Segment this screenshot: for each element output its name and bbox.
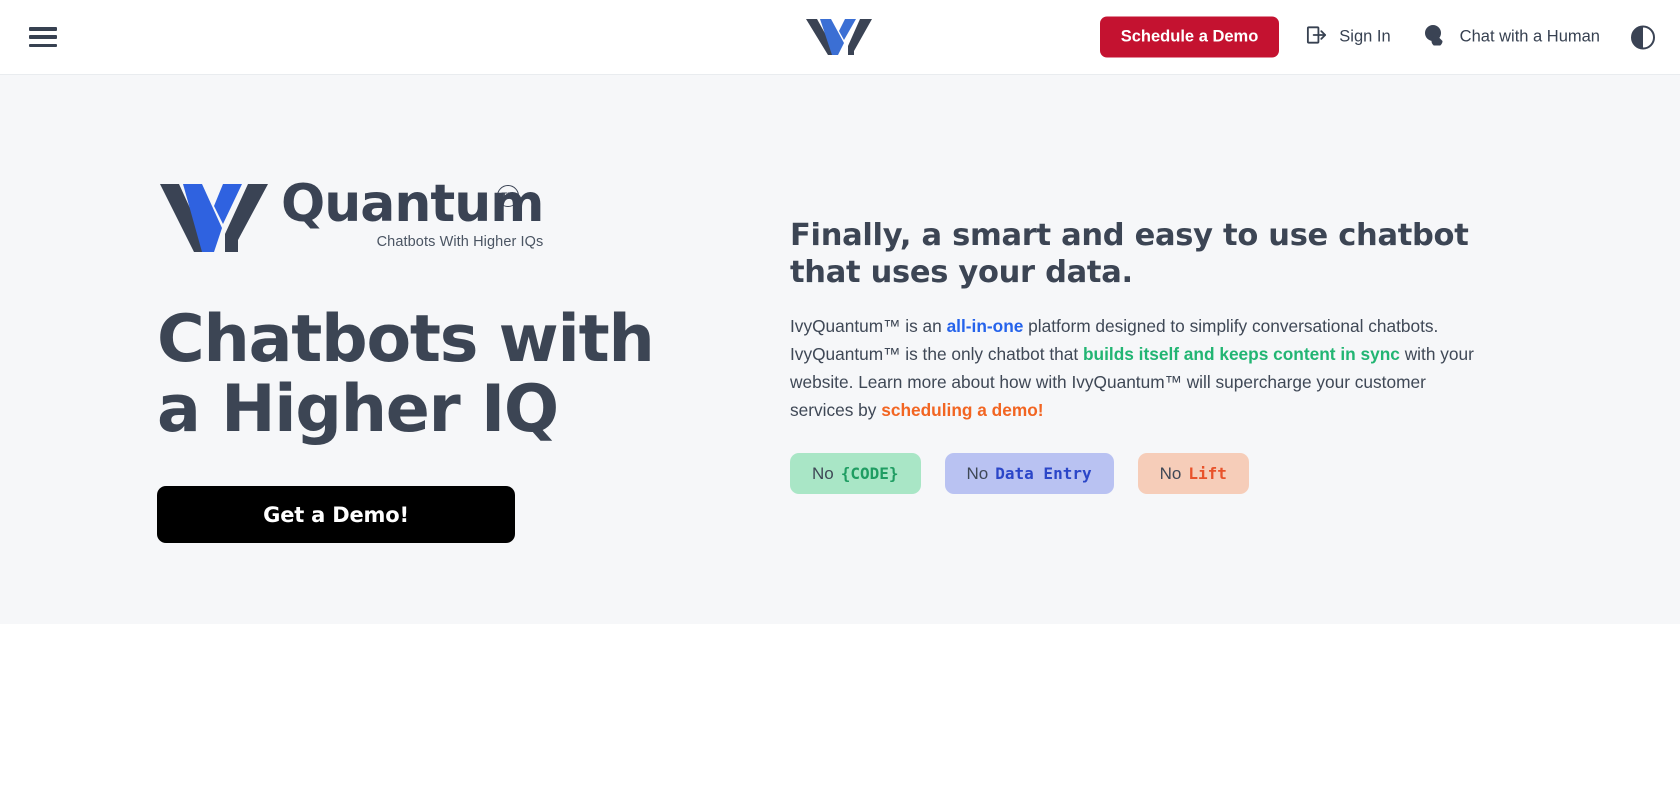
highlight-all-in-one: all-in-one bbox=[946, 316, 1024, 337]
pill-no-data-entry[interactable]: No Data Entry bbox=[944, 453, 1114, 495]
hero-section: Quantum Chatbots With Higher IQs TM Chat… bbox=[0, 75, 1680, 624]
sign-in-link[interactable]: Sign In bbox=[1305, 23, 1391, 51]
pill-no-code[interactable]: No {CODE} bbox=[790, 453, 921, 495]
highlight-scheduling-a-demo[interactable]: scheduling a demo! bbox=[881, 400, 1043, 420]
theme-contrast-toggle-icon[interactable] bbox=[1630, 24, 1656, 50]
paragraph-text-1: IvyQuantum™ is an bbox=[790, 316, 947, 337]
chat-bubble-icon bbox=[1423, 24, 1449, 51]
ivy-mark-icon bbox=[157, 182, 271, 254]
hamburger-bar bbox=[29, 35, 57, 39]
quantum-product-logo: Quantum Chatbots With Higher IQs TM bbox=[157, 178, 790, 266]
pill-prefix: No bbox=[812, 463, 834, 483]
hero-subheadline: Finally, a smart and easy to use chatbot… bbox=[790, 218, 1469, 291]
header-actions: Schedule a Demo Sign In Chat with a Huma… bbox=[1099, 16, 1656, 58]
pill-code-label: {CODE} bbox=[840, 464, 899, 484]
feature-pill-row: No {CODE} No Data Entry No Lift bbox=[790, 453, 1510, 495]
hero-right-column: Finally, a smart and easy to use chatbot… bbox=[790, 75, 1510, 624]
pill-code-label: Data Entry bbox=[995, 464, 1092, 484]
sign-in-label: Sign In bbox=[1339, 27, 1391, 46]
hamburger-bar bbox=[29, 43, 57, 47]
hamburger-menu-icon[interactable] bbox=[29, 27, 57, 47]
brand-logo-icon[interactable] bbox=[804, 15, 876, 59]
hero-headline: Chatbots with a Higher IQ bbox=[157, 302, 655, 448]
schedule-demo-button[interactable]: Schedule a Demo bbox=[1099, 16, 1280, 58]
below-fold-area bbox=[0, 624, 1680, 791]
get-a-demo-button[interactable]: Get a Demo! bbox=[157, 486, 515, 544]
pill-code-label: Lift bbox=[1188, 464, 1227, 484]
highlight-builds-itself: builds itself and keeps content in sync bbox=[1082, 344, 1400, 365]
quantum-tagline: Chatbots With Higher IQs bbox=[376, 234, 544, 250]
site-header: Schedule a Demo Sign In Chat with a Huma… bbox=[0, 0, 1680, 75]
sign-in-arrow-icon bbox=[1305, 23, 1328, 51]
hamburger-bar bbox=[29, 27, 57, 31]
hero-paragraph: IvyQuantum™ is an all-in-one platform de… bbox=[790, 312, 1490, 424]
pill-no-lift[interactable]: No Lift bbox=[1137, 453, 1249, 495]
pill-prefix: No bbox=[1159, 463, 1182, 483]
chat-label: Chat with a Human bbox=[1459, 27, 1600, 46]
trademark-badge: TM bbox=[497, 185, 519, 207]
pill-prefix: No bbox=[966, 463, 989, 483]
hero-left-column: Quantum Chatbots With Higher IQs TM Chat… bbox=[0, 75, 790, 624]
chat-with-human-link[interactable]: Chat with a Human bbox=[1423, 24, 1600, 51]
